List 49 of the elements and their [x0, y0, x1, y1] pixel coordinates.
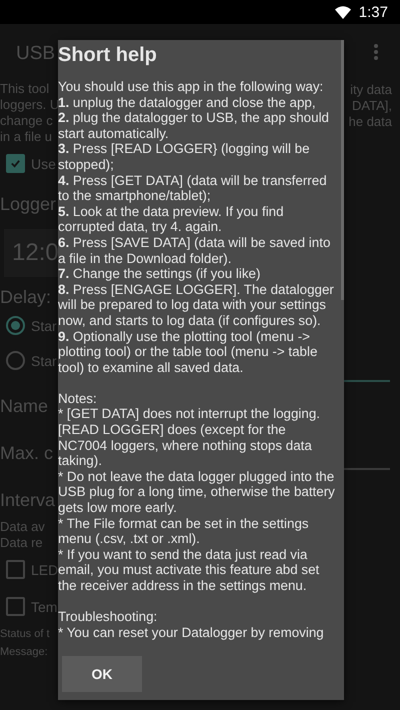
status-text: Message:	[0, 645, 49, 660]
description-text: This tool	[0, 81, 50, 97]
description-text: in a file u	[0, 129, 54, 145]
help-note: * If you want to send the data just read via email, you must activate this feature abd set the receiver address in the settings menu.	[58, 546, 320, 594]
clock-text: 1:37	[358, 4, 388, 20]
field-label: Interva	[0, 489, 56, 512]
help-step: 6. Press [SAVE DATA] (data will be saved into a file in the Download folder).	[58, 234, 338, 266]
wifi-icon	[334, 6, 351, 18]
help-note: * Do not leave the data logger plugged into the USB plug for a long time, otherwise the battery gets low more early.	[58, 468, 336, 516]
help-step: 5. Look at the data preview. If you find corrupted data, try 4. again.	[58, 204, 338, 235]
ok-button[interactable]: OK	[62, 656, 142, 692]
radio-button[interactable]	[6, 316, 25, 335]
description-text: Data av	[0, 519, 46, 535]
app-title: USB	[15, 42, 56, 66]
checkbox[interactable]	[6, 597, 25, 616]
checkbox[interactable]	[6, 154, 25, 173]
radio-button[interactable]	[6, 351, 25, 370]
help-note: * The File format can be set in the settings menu (.csv, .txt or .xml).	[58, 516, 310, 547]
checkbox[interactable]	[6, 560, 25, 579]
description-text: ity data	[349, 82, 393, 98]
notes-heading: Notes:	[58, 390, 98, 406]
help-step: 1. unplug the datalogger and close the app,	[58, 94, 338, 110]
description-text: change c	[0, 113, 54, 129]
radio-label: Star	[31, 318, 57, 334]
field-label: Max. c	[0, 442, 54, 465]
help-step: 9. Optionally use the plotting tool (menu -> plotting tool) or the table tool (menu -> table tool) to examine all saved data.	[58, 328, 338, 376]
help-text: You should use this app in the following way:	[58, 79, 324, 95]
troubleshooting-heading: Troubleshooting:	[58, 609, 158, 625]
more-menu-icon[interactable]	[374, 44, 378, 60]
field-label: Delay:	[0, 287, 52, 308]
dialog-title: Short help	[58, 43, 158, 68]
checkbox-label: LED	[31, 562, 58, 578]
radio-label: Star	[31, 352, 57, 368]
help-step: 4. Press [GET DATA] (data will be transferred to the smartphone/tablet);	[58, 172, 338, 204]
checkbox-label: Tem	[31, 598, 58, 614]
description-text: Data re	[0, 535, 44, 551]
field-label: Logger	[0, 193, 58, 215]
help-step: 7. Change the settings (if you like)	[58, 266, 338, 282]
status-text: Status of t	[0, 627, 51, 642]
help-step: 3. Press [READ LOGGER} (logging will be stopped);	[58, 141, 338, 173]
help-note: * [GET DATA] does not interrupt the logging. [READ LOGGER] does (except for the NC7004 loggers, where nothing stops data taking).	[58, 406, 321, 469]
help-step: 8. Press [ENGAGE LOGGER]. The datalogger will be prepared to log data with your settings now, and starts to log data (if configures so).	[58, 282, 338, 328]
help-note: * You can reset your Datalogger by removing	[58, 624, 325, 640]
help-step: 2. plug the datalogger to USB, the app should start automatically.	[58, 110, 338, 142]
field-label: Name	[0, 395, 50, 418]
description-text: DATA],	[351, 98, 393, 114]
checkbox-label: Use	[31, 156, 56, 172]
description-text: he data	[348, 114, 393, 130]
checkmark-icon	[10, 158, 21, 169]
